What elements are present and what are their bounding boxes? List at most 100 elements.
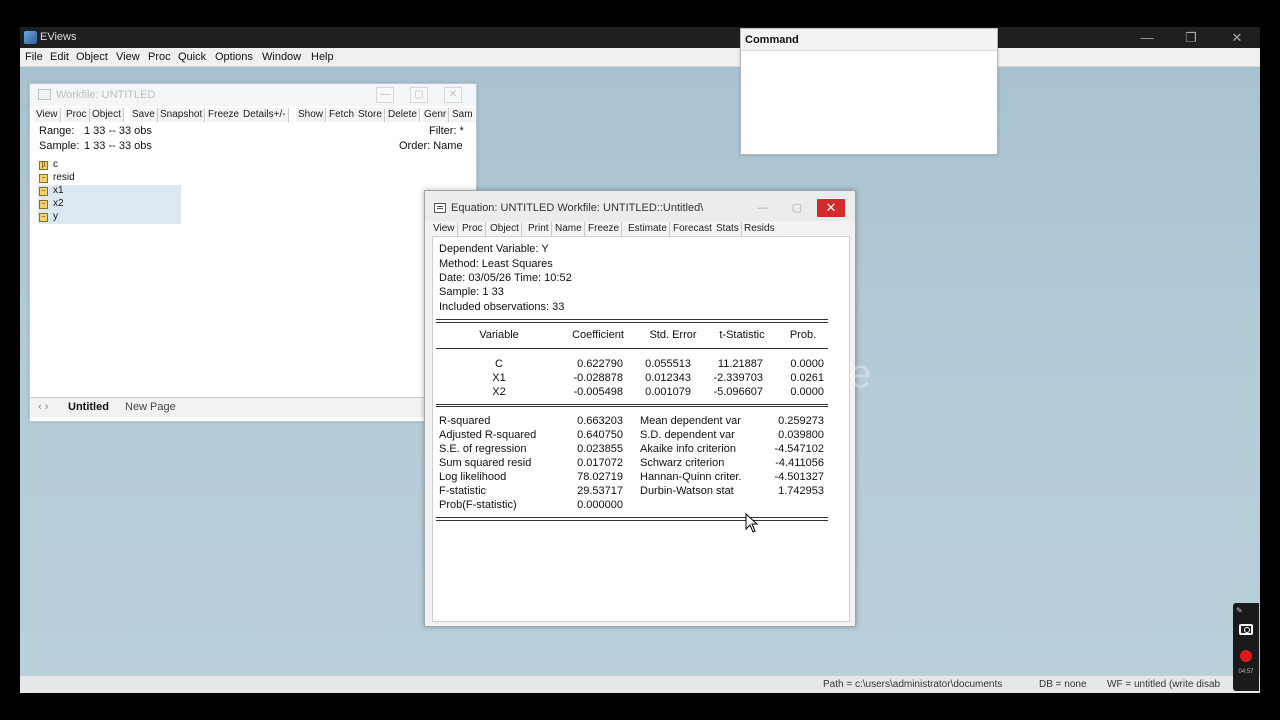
eq-resids-button[interactable]: Resids [742,222,777,236]
menu-proc[interactable]: Proc [148,51,171,63]
menu-options[interactable]: Options [215,51,253,63]
eq-proc-button[interactable]: Proc [460,222,486,236]
command-window[interactable]: Command [740,28,998,155]
stat-label: Sum squared resid [439,457,532,469]
wf-fetch-button[interactable]: Fetch [327,108,358,122]
col-coefficient: Coefficient [572,329,624,341]
stat-label-2: S.D. dependent var [640,429,735,441]
workfile-object-c[interactable]: β c [38,159,181,172]
wf-delete-button[interactable]: Delete [386,108,420,122]
minimize-icon[interactable]: — [749,199,777,217]
table-divider [436,517,828,521]
coef-std-error: 0.001079 [645,386,691,398]
eq-estimate-button[interactable]: Estimate [626,222,670,236]
minimize-icon[interactable]: — [376,87,394,103]
workfile-object-x2[interactable]: ~ x2 [38,198,181,211]
coef-prob: 0.0000 [790,386,824,398]
wf-object-button[interactable]: Object [90,108,124,122]
wf-proc-button[interactable]: Proc [64,108,90,122]
dependent-variable: Dependent Variable: Y [439,243,549,255]
stat-label: Log likelihood [439,471,507,483]
col-std-error: Std. Error [649,329,697,341]
eq-stats-button[interactable]: Stats [714,222,742,236]
filter-value[interactable]: Filter: * [429,125,464,137]
stat-value: 0.000000 [577,499,623,511]
eq-object-button[interactable]: Object [488,222,522,236]
regression-output[interactable]: Dependent Variable: Y Method: Least Squa… [432,236,850,622]
wf-view-button[interactable]: View [34,108,61,122]
menu-object[interactable]: Object [76,51,108,63]
coef-std-error: 0.012343 [645,372,691,384]
eq-name-button[interactable]: Name [553,222,585,236]
stat-label: S.E. of regression [439,443,527,455]
command-input[interactable] [741,52,997,154]
eq-view-button[interactable]: View [431,222,458,236]
wf-details-button[interactable]: Details+/- [241,108,289,122]
command-titlebar[interactable]: Command [741,29,997,51]
status-path: Path = c:\users\administrator\documents [823,679,1003,690]
menu-view[interactable]: View [116,51,140,63]
maximize-icon[interactable]: ▢ [783,199,811,217]
stat-label: Adjusted R-squared [439,429,537,441]
series-icon: ~ [39,174,48,183]
sample: Sample: 1 33 [439,286,504,298]
tab-new-page[interactable]: New Page [125,401,176,413]
order-value[interactable]: Order: Name [399,140,463,152]
close-icon[interactable]: ✕ [1217,28,1257,47]
coef-t-stat: -2.339703 [713,372,763,384]
restore-icon[interactable]: ❐ [1171,28,1211,47]
equation-titlebar[interactable]: Equation: UNTITLED Workfile: UNTITLED::U… [425,191,855,221]
stat-value: 0.017072 [577,457,623,469]
pin-icon[interactable]: ✎ [1236,606,1243,615]
stat-value-2: 0.039800 [778,429,824,441]
equation-window[interactable]: Equation: UNTITLED Workfile: UNTITLED::U… [424,190,856,627]
wf-genr-button[interactable]: Genr [422,108,450,122]
eq-print-button[interactable]: Print [526,222,552,236]
stat-label-2: Hannan-Quinn criter. [640,471,742,483]
eq-freeze-button[interactable]: Freeze [586,222,623,236]
tab-untitled[interactable]: Untitled [68,401,109,413]
coef-variable: C [495,358,503,370]
wf-sample-button[interactable]: Sam [450,108,475,122]
app-title: EViews [40,31,77,43]
status-db: DB = none [1039,679,1087,690]
menu-quick[interactable]: Quick [178,51,206,63]
wf-freeze-button[interactable]: Freeze [206,108,243,122]
workfile-object-x1[interactable]: ~ x1 [38,185,181,198]
workfile-object-y[interactable]: ~ y [38,211,181,224]
minimize-icon[interactable]: — [1127,28,1167,47]
range-value[interactable]: 1 33 -- 33 obs [84,125,152,137]
coef-prob: 0.0000 [790,358,824,370]
menu-file[interactable]: File [25,51,43,63]
camera-icon[interactable] [1239,624,1253,635]
stat-label: F-statistic [439,485,487,497]
app-titlebar[interactable]: EViews — ❐ ✕ [20,27,1260,48]
page-nav-arrows[interactable]: ‹ › [38,401,48,413]
stat-value-2: -4.411056 [775,457,824,469]
included-observations: Included observations: 33 [439,301,565,313]
workfile-object-resid[interactable]: ~ resid [38,172,181,185]
date-time: Date: 03/05/26 Time: 10:52 [439,272,572,284]
series-icon: ~ [39,187,48,196]
menu-window[interactable]: Window [262,51,301,63]
workfile-window[interactable]: Workfile: UNTITLED — ▢ ✕ View Proc Objec… [29,83,477,422]
close-icon[interactable]: ✕ [444,87,462,103]
wf-store-button[interactable]: Store [356,108,385,122]
workfile-titlebar[interactable]: Workfile: UNTITLED — ▢ ✕ [30,84,476,106]
wf-save-button[interactable]: Save [130,108,158,122]
menu-help[interactable]: Help [311,51,334,63]
close-icon[interactable]: ✕ [817,199,845,217]
sample-value[interactable]: 1 33 -- 33 obs [84,140,152,152]
stat-value-2: 0.259273 [778,415,824,427]
stat-label-2: Durbin-Watson stat [640,485,734,497]
stat-value: 78.02719 [577,471,623,483]
record-icon[interactable] [1240,650,1252,662]
eq-forecast-button[interactable]: Forecast [671,222,715,236]
menu-edit[interactable]: Edit [50,51,69,63]
maximize-icon[interactable]: ▢ [410,87,428,103]
beta-icon: β [39,161,48,170]
wf-snapshot-button[interactable]: Snapshot [158,108,206,122]
stat-label-2: Mean dependent var [640,415,741,427]
wf-show-button[interactable]: Show [296,108,327,122]
stat-label: R-squared [439,415,491,427]
